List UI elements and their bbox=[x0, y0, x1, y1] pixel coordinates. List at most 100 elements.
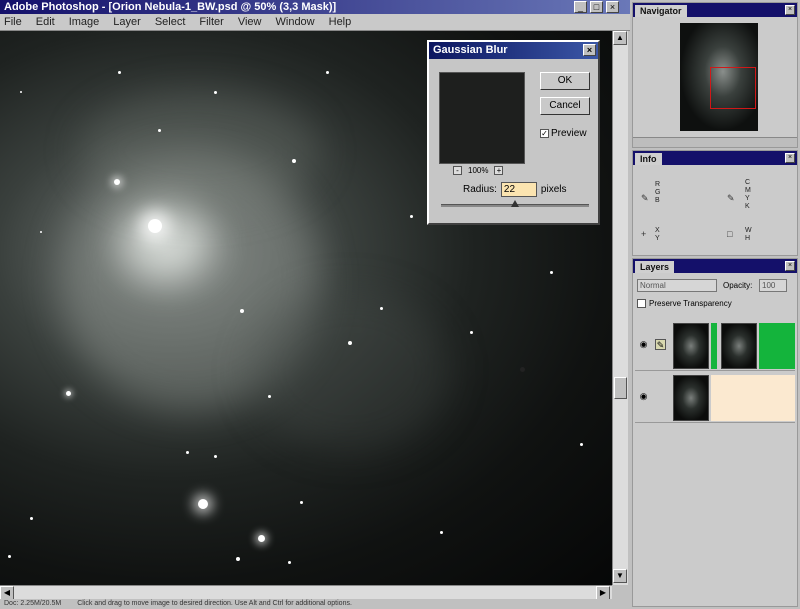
close-icon[interactable]: × bbox=[785, 5, 795, 15]
star bbox=[258, 535, 265, 542]
star bbox=[114, 179, 120, 185]
navigator-thumbnail[interactable] bbox=[680, 23, 758, 131]
zoom-out-icon[interactable]: - bbox=[453, 166, 462, 175]
vertical-scrollbar[interactable]: ▲ ▼ bbox=[612, 31, 628, 585]
close-icon[interactable]: × bbox=[785, 153, 795, 163]
dialog-title: Gaussian Blur bbox=[433, 44, 508, 56]
preserve-transparency[interactable]: Preserve Transparency bbox=[637, 299, 732, 308]
scroll-down-icon[interactable]: ▼ bbox=[613, 569, 627, 583]
layer-row-mask[interactable]: ◉ ✎ bbox=[635, 321, 795, 371]
layer-selected-highlight bbox=[759, 323, 795, 369]
menu-bar: File Edit Image Layer Select Filter View… bbox=[0, 14, 630, 31]
star bbox=[300, 501, 303, 504]
eye-icon[interactable]: ◉ bbox=[638, 391, 649, 402]
navigator-zoom-bar[interactable] bbox=[633, 137, 797, 147]
view-box[interactable] bbox=[710, 67, 756, 109]
close-icon[interactable]: × bbox=[583, 44, 596, 56]
horizontal-scrollbar[interactable]: ◀ ▶ bbox=[0, 585, 612, 600]
menu-layer[interactable]: Layer bbox=[113, 16, 141, 28]
close-icon[interactable]: × bbox=[785, 261, 795, 271]
checkbox-icon[interactable] bbox=[637, 299, 646, 308]
info-xy: X Y bbox=[655, 227, 660, 242]
radius-unit: pixels bbox=[540, 184, 567, 195]
close-icon[interactable]: × bbox=[606, 1, 619, 13]
zoom-in-icon[interactable]: + bbox=[494, 166, 504, 175]
window-title: Adobe Photoshop - [Orion Nebula-1_BW.psd… bbox=[4, 1, 337, 13]
star bbox=[380, 307, 383, 310]
star bbox=[158, 129, 161, 132]
layer-thumbnail[interactable] bbox=[673, 375, 709, 421]
star bbox=[186, 451, 189, 454]
status-hint: Click and drag to move image to desired … bbox=[77, 600, 352, 607]
star bbox=[214, 455, 217, 458]
tab-navigator[interactable]: Navigator bbox=[635, 5, 687, 17]
radius-input[interactable] bbox=[500, 182, 537, 197]
star bbox=[470, 331, 473, 334]
eye-icon[interactable]: ◉ bbox=[638, 339, 649, 350]
nebula-wisp bbox=[80, 91, 320, 211]
slider-thumb[interactable] bbox=[511, 200, 519, 207]
status-bar: Doc: 2.25M/20.5M Click and drag to move … bbox=[0, 599, 630, 609]
opacity-value: 100 bbox=[762, 281, 776, 290]
opacity-label: Opacity: bbox=[723, 281, 753, 290]
eyedropper-icon: ✎ bbox=[727, 193, 735, 203]
star bbox=[8, 555, 11, 558]
layer-thumbnail[interactable] bbox=[673, 323, 709, 369]
star bbox=[326, 71, 329, 74]
doc-size: Doc: 2.25M/20.5M bbox=[4, 600, 62, 607]
star bbox=[550, 271, 553, 274]
maximize-icon[interactable]: □ bbox=[590, 1, 603, 13]
scroll-up-icon[interactable]: ▲ bbox=[613, 31, 627, 45]
radius-slider[interactable] bbox=[441, 200, 589, 207]
scroll-thumb[interactable] bbox=[614, 377, 627, 399]
mask-thumbnail[interactable] bbox=[721, 323, 757, 369]
opacity-field[interactable]: 100 bbox=[759, 279, 787, 292]
star bbox=[198, 499, 208, 509]
blend-mode-select[interactable]: Normal bbox=[637, 279, 717, 292]
info-panel: Info × ✎ R G B ✎ C M Y K + X Y □ W H bbox=[632, 150, 798, 256]
info-cmyk: C M Y K bbox=[745, 179, 751, 210]
preview-label: Preview bbox=[551, 128, 587, 139]
star bbox=[348, 341, 352, 345]
panel-tabbar: Navigator × bbox=[633, 3, 797, 17]
radius-label: Radius: bbox=[463, 184, 497, 195]
tab-info[interactable]: Info bbox=[635, 153, 662, 165]
star bbox=[214, 91, 217, 94]
star bbox=[118, 71, 121, 74]
checkbox-icon[interactable]: ✓ bbox=[540, 129, 549, 138]
scroll-right-icon[interactable]: ▶ bbox=[596, 586, 610, 600]
cancel-button[interactable]: Cancel bbox=[540, 97, 590, 115]
menu-window[interactable]: Window bbox=[276, 16, 315, 28]
menu-view[interactable]: View bbox=[238, 16, 262, 28]
menu-file[interactable]: File bbox=[4, 16, 22, 28]
radius-row: Radius: pixels bbox=[463, 182, 566, 197]
star bbox=[236, 557, 240, 561]
star bbox=[30, 517, 33, 520]
info-wh: W H bbox=[745, 227, 752, 242]
blur-preview-box[interactable] bbox=[439, 72, 525, 164]
selection-icon: □ bbox=[727, 229, 733, 239]
photoshop-window: Adobe Photoshop - [Orion Nebula-1_BW.psd… bbox=[0, 0, 800, 609]
preview-checkbox[interactable]: ✓ Preview bbox=[540, 128, 587, 139]
blend-mode-value: Normal bbox=[640, 281, 666, 290]
menu-image[interactable]: Image bbox=[69, 16, 100, 28]
tab-layers[interactable]: Layers bbox=[635, 261, 675, 273]
nebula-core bbox=[120, 201, 210, 281]
layer-row-background[interactable]: ◉ bbox=[635, 373, 795, 423]
brush-icon[interactable]: ✎ bbox=[655, 339, 666, 350]
crosshair-icon: + bbox=[641, 229, 647, 239]
star bbox=[580, 443, 583, 446]
gaussian-blur-dialog: Gaussian Blur × OK Cancel ✓ Preview - 10… bbox=[427, 40, 600, 225]
nebula-outer bbox=[250, 291, 450, 451]
menu-help[interactable]: Help bbox=[329, 16, 352, 28]
menu-select[interactable]: Select bbox=[155, 16, 186, 28]
zoom-controls: - 100% + bbox=[453, 166, 504, 175]
ok-button[interactable]: OK bbox=[540, 72, 590, 90]
menu-filter[interactable]: Filter bbox=[199, 16, 223, 28]
minimize-icon[interactable]: _ bbox=[574, 1, 587, 13]
zoom-percent: 100% bbox=[468, 166, 489, 175]
menu-edit[interactable]: Edit bbox=[36, 16, 55, 28]
scroll-left-icon[interactable]: ◀ bbox=[0, 586, 14, 600]
mask-link bbox=[711, 323, 717, 369]
star bbox=[288, 561, 291, 564]
